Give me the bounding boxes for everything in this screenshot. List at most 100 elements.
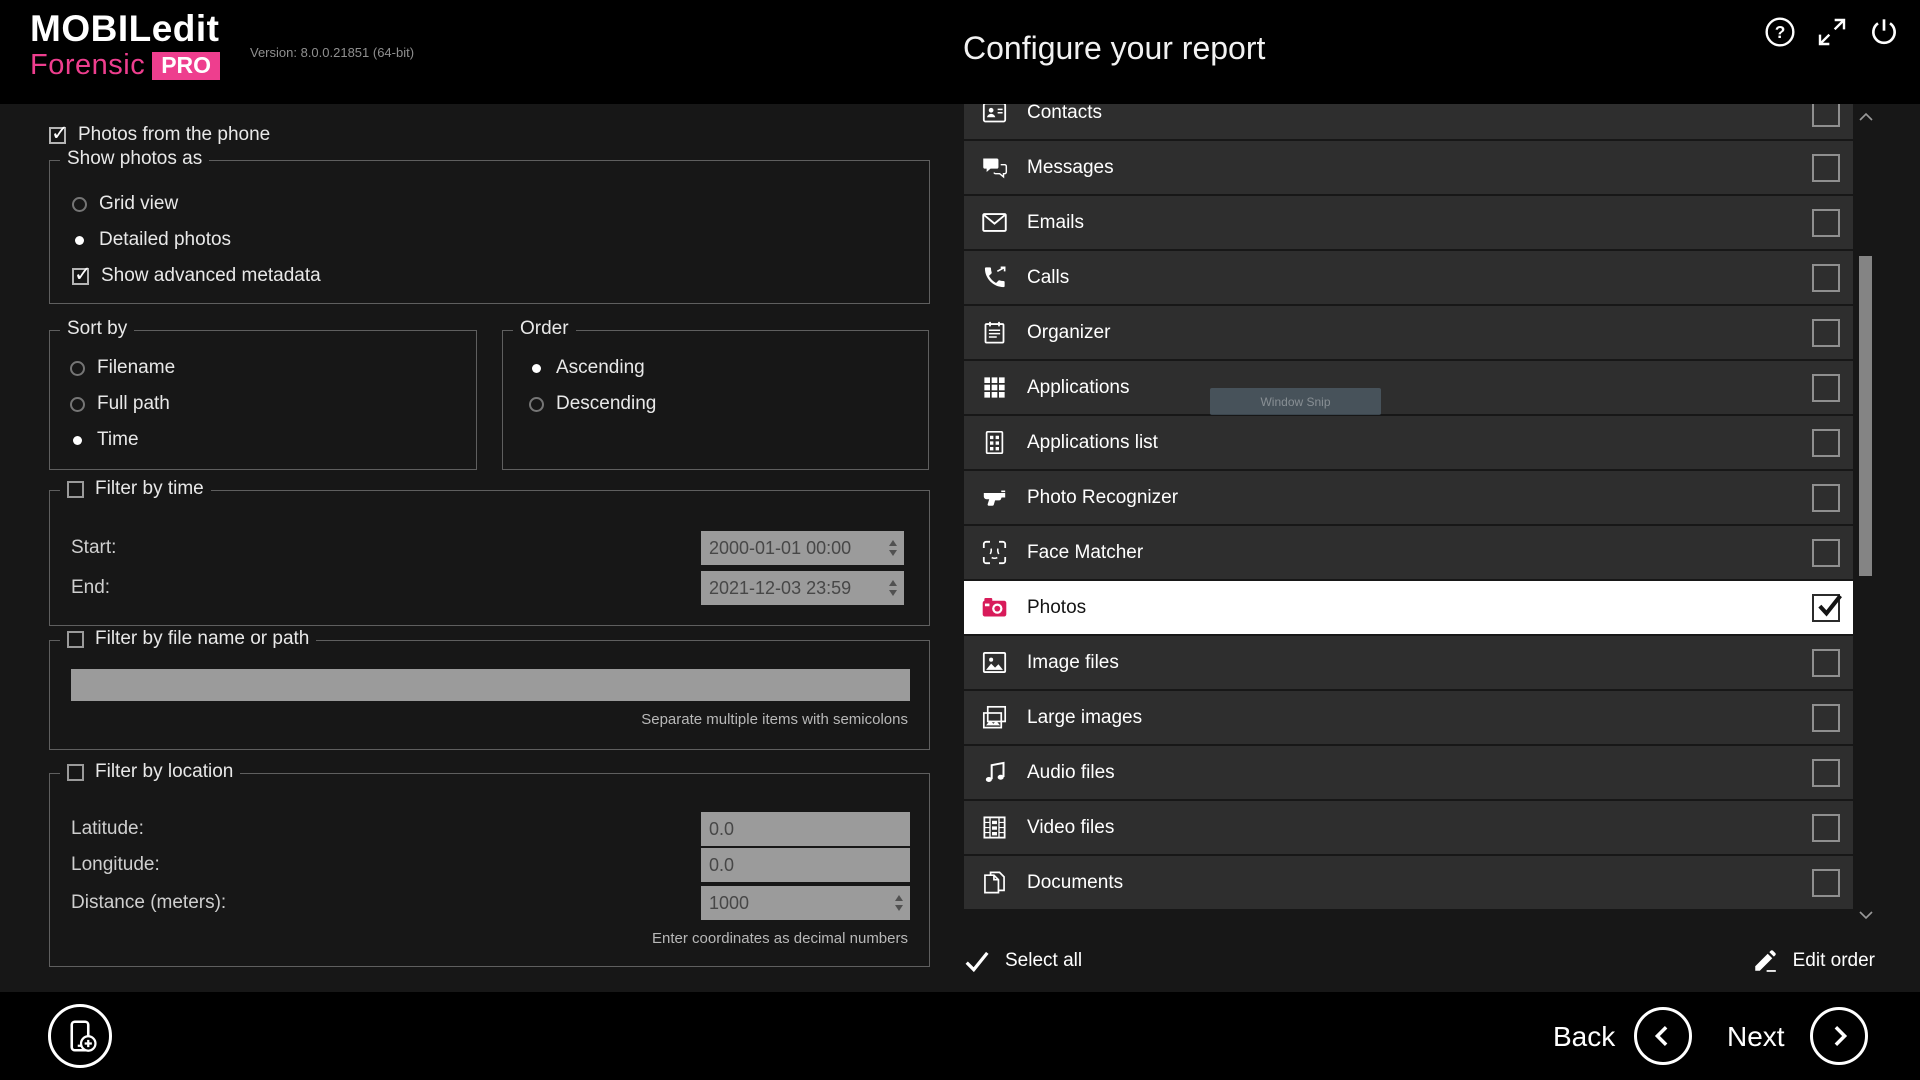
radio-grid-view[interactable]: Grid view [72,193,178,215]
radio[interactable] [70,397,85,412]
help-icon[interactable]: ? [1764,16,1796,48]
applications-icon [981,374,1008,401]
radio[interactable] [529,361,544,376]
window-controls: ? [1764,16,1900,48]
section-checkbox[interactable] [1812,374,1840,402]
radio[interactable] [529,397,544,412]
report-section-photos[interactable]: Photos [964,581,1853,634]
report-section-emails[interactable]: Emails [964,196,1853,249]
radio-label: Filename [97,357,175,379]
filter-by-location-group: Filter by location Latitude: Longitude: … [49,773,930,967]
radio-filename[interactable]: Filename [70,357,175,379]
radio-label: Full path [97,393,170,415]
section-checkbox[interactable] [1812,319,1840,347]
latitude-label: Latitude: [71,818,144,840]
next-button[interactable] [1810,1007,1868,1065]
report-section-documents[interactable]: Documents [964,856,1853,909]
report-section-organizer[interactable]: Organizer [964,306,1853,359]
filter-by-time-checkbox[interactable]: Filter by time [60,478,211,500]
sort-by-group: Sort by Filename Full path Time [49,330,477,470]
phone-add-icon [62,1018,98,1054]
section-checkbox[interactable] [1812,649,1840,677]
section-checkbox[interactable] [1812,539,1840,567]
section-checkbox[interactable] [1812,209,1840,237]
report-section-calls[interactable]: Calls [964,251,1853,304]
add-phone-button[interactable] [48,1004,112,1068]
longitude-input[interactable] [701,848,910,882]
report-section-contacts[interactable]: Contacts [964,104,1853,139]
edit-order-button[interactable]: Edit order [1752,948,1875,974]
section-checkbox[interactable] [1812,104,1840,127]
section-checkbox[interactable] [1812,594,1840,622]
report-section-applications[interactable]: ApplicationsWindow Snip [964,361,1853,414]
report-section-video-files[interactable]: Video files [964,801,1853,854]
app-logo: MOBILedit Forensic PRO [30,10,220,80]
group-title: Order [513,318,576,340]
group-title: Filter by location [95,761,233,783]
radio-detailed-photos[interactable]: Detailed photos [72,229,231,251]
radio[interactable] [70,361,85,376]
chevron-down-icon[interactable] [1856,906,1876,924]
section-checkbox[interactable] [1812,154,1840,182]
radio-ascending[interactable]: Ascending [529,357,645,379]
spinner-icon[interactable] [885,571,901,605]
radio[interactable] [70,433,85,448]
group-title: Filter by file name or path [95,628,309,650]
checkbox[interactable] [67,764,84,781]
section-checkbox[interactable] [1812,869,1840,897]
section-label: Video files [1027,817,1114,839]
spinner-icon[interactable] [891,886,907,920]
page-title: Configure your report [963,30,1265,67]
scrollbar-thumb[interactable] [1859,256,1872,576]
checkbox[interactable] [72,268,89,285]
back-button-label[interactable]: Back [1553,1021,1615,1053]
report-section-photo-recognizer[interactable]: Photo Recognizer [964,471,1853,524]
section-checkbox[interactable] [1812,429,1840,457]
report-section-face-matcher[interactable]: Face Matcher [964,526,1853,579]
filter-by-name-group: Filter by file name or path Separate mul… [49,640,930,750]
list-footer: Select all Edit order [964,936,1875,986]
select-all-button[interactable]: Select all [964,948,1082,974]
filter-by-name-checkbox[interactable]: Filter by file name or path [60,628,316,650]
checkbox[interactable] [67,481,84,498]
checkbox[interactable] [67,631,84,648]
radio-full-path[interactable]: Full path [70,393,170,415]
start-label: Start: [71,537,116,559]
distance-field [701,886,910,920]
edit-order-label: Edit order [1793,950,1875,972]
report-section-audio-files[interactable]: Audio files [964,746,1853,799]
chevron-up-icon[interactable] [1856,108,1876,126]
distance-input[interactable] [701,886,910,920]
resize-icon[interactable] [1816,16,1848,48]
radio-descending[interactable]: Descending [529,393,656,415]
next-button-label[interactable]: Next [1727,1021,1785,1053]
radio[interactable] [72,233,87,248]
section-checkbox[interactable] [1812,704,1840,732]
radio[interactable] [72,197,87,212]
section-checkbox[interactable] [1812,759,1840,787]
section-checkbox[interactable] [1812,814,1840,842]
name-filter-input[interactable] [71,669,910,701]
power-icon[interactable] [1868,16,1900,48]
start-time-input[interactable] [701,531,904,565]
report-section-large-images[interactable]: Large images [964,691,1853,744]
photos-from-phone-checkbox[interactable]: Photos from the phone [49,124,270,146]
report-section-image-files[interactable]: Image files [964,636,1853,689]
start-time-field [701,531,904,565]
end-time-field [701,571,904,605]
back-button[interactable] [1634,1007,1692,1065]
section-checkbox[interactable] [1812,264,1840,292]
radio-time[interactable]: Time [70,429,139,451]
latitude-input[interactable] [701,812,910,846]
show-advanced-metadata-checkbox[interactable]: Show advanced metadata [72,265,321,287]
end-time-input[interactable] [701,571,904,605]
section-label: Face Matcher [1027,542,1143,564]
filter-by-location-checkbox[interactable]: Filter by location [60,761,240,783]
checkbox[interactable] [49,127,66,144]
spinner-icon[interactable] [885,531,901,565]
section-label: Contacts [1027,104,1102,124]
report-section-applications-list[interactable]: Applications list [964,416,1853,469]
scrollbar[interactable] [1856,108,1876,924]
report-section-messages[interactable]: Messages [964,141,1853,194]
section-checkbox[interactable] [1812,484,1840,512]
